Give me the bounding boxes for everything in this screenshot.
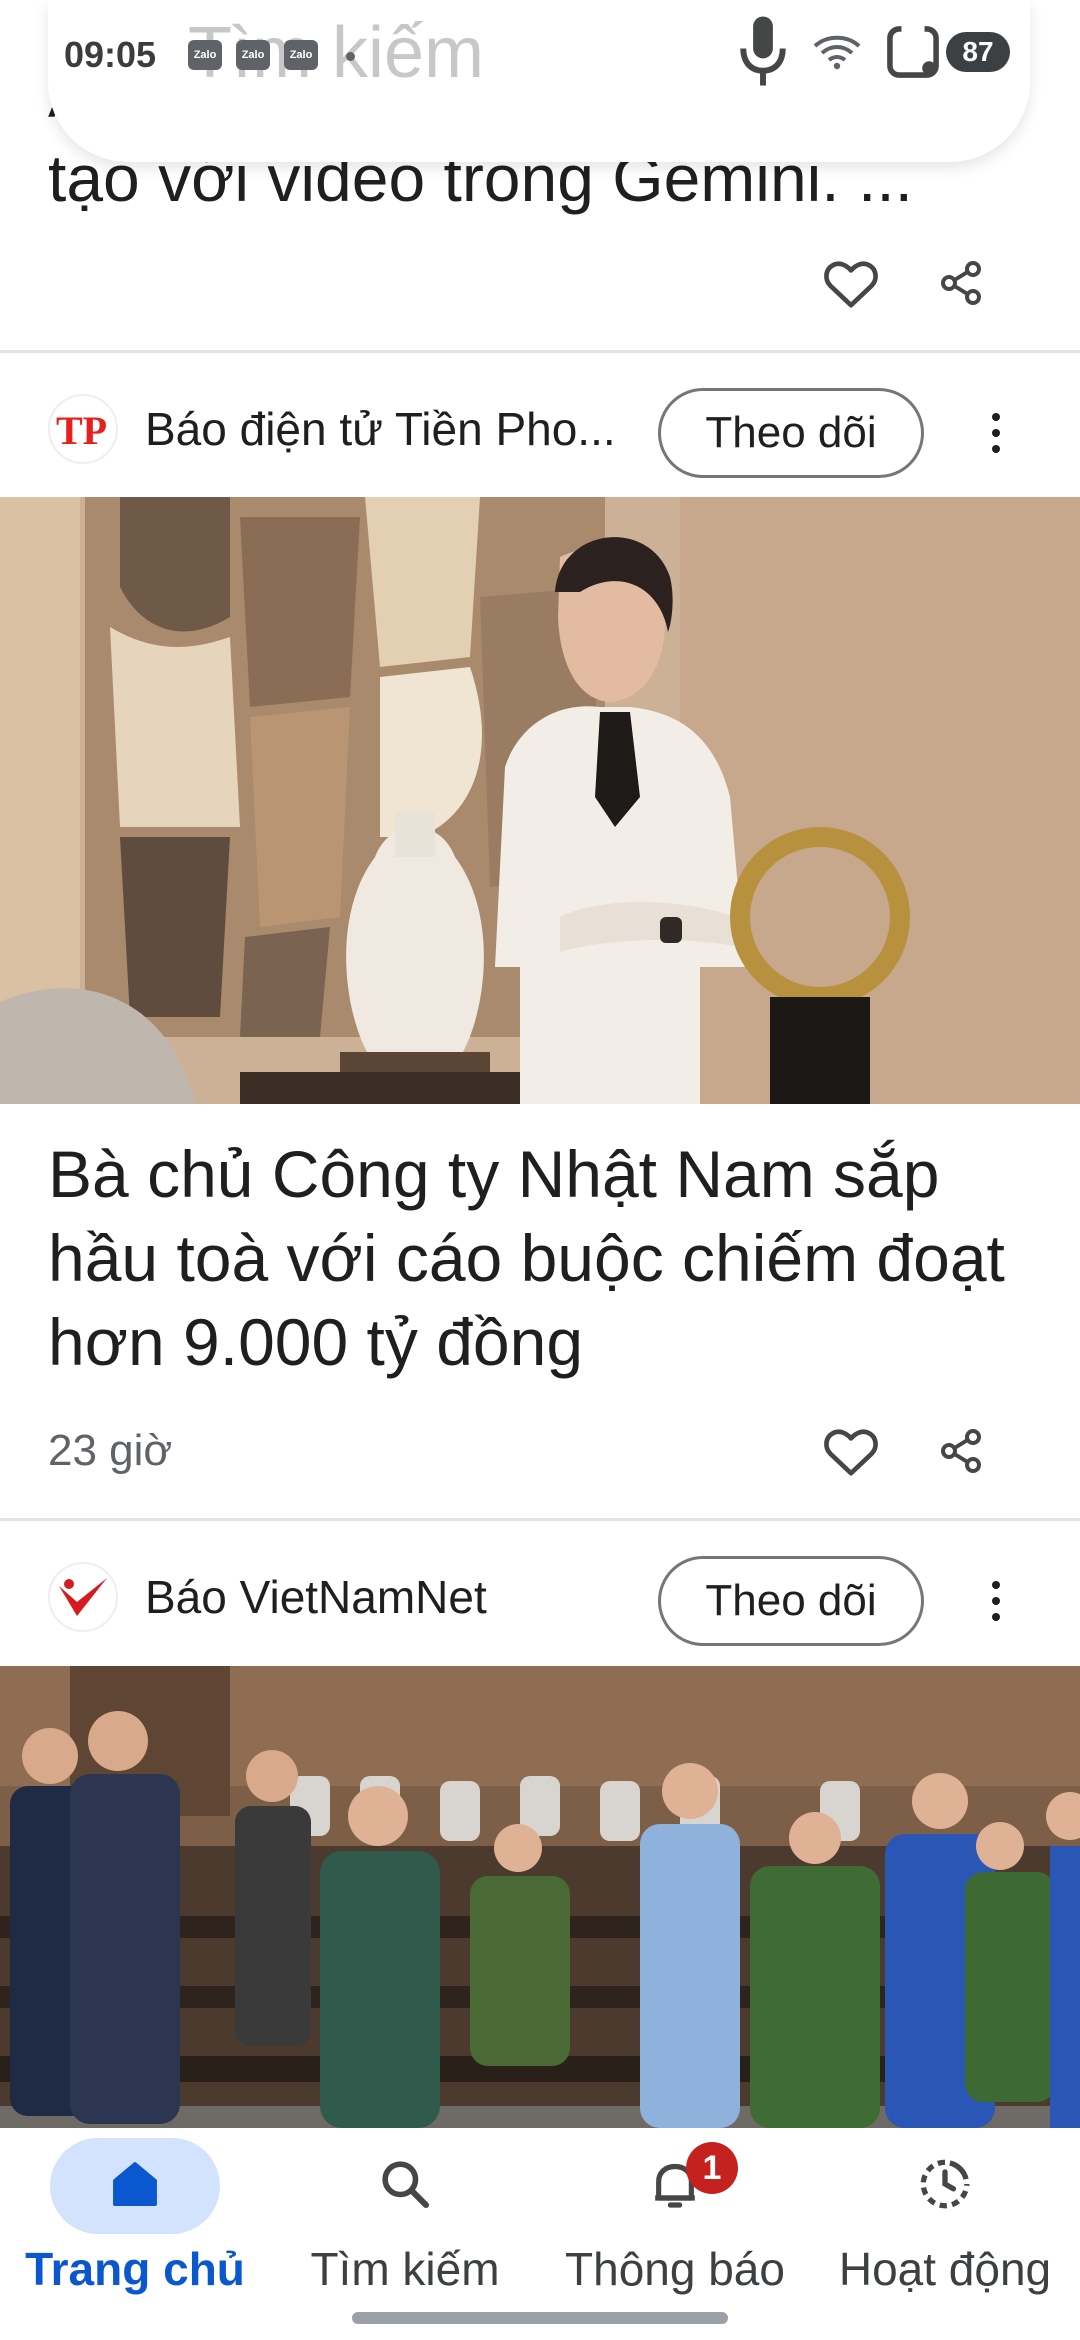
like-button[interactable]: [796, 1406, 906, 1496]
divider: [0, 1518, 1080, 1521]
more-notifications-dot: [346, 52, 355, 61]
publisher-name[interactable]: Báo VietNamNet: [145, 1570, 487, 1624]
voice-search-button[interactable]: [738, 14, 788, 93]
bottom-navigation: Trang chủ Tìm kiếm 1 Thông báo Hoạt động: [0, 2128, 1080, 2340]
courtroom-photo: [0, 1666, 1080, 2128]
share-button[interactable]: [906, 238, 1016, 328]
dot: [992, 413, 1000, 421]
dot: [992, 1613, 1000, 1621]
vietnamnet-logo-mark: [59, 1578, 107, 1616]
article-headline[interactable]: Bà chủ Công ty Nhật Nam sắp hầu toà với …: [48, 1132, 1048, 1384]
publisher-row: Báo VietNamNet Theo dõi: [0, 1524, 1080, 1664]
article-actions: [796, 1406, 1016, 1496]
tien-phong-logo[interactable]: TP: [48, 394, 118, 464]
zalo-notification-icon: Zalo: [236, 40, 270, 70]
nav-home[interactable]: Trang chủ: [0, 2128, 270, 2340]
home-icon: [105, 2154, 165, 2214]
more-options-button[interactable]: [966, 398, 1026, 468]
gesture-bar[interactable]: [352, 2312, 728, 2324]
notification-badge: 1: [686, 2142, 738, 2194]
heart-icon: [824, 261, 878, 308]
businesswoman-photo: [0, 497, 1080, 1104]
publisher-name[interactable]: Báo điện tử Tiền Pho...: [145, 402, 616, 456]
dot: [992, 429, 1000, 437]
search-placeholder[interactable]: Tìm kiếm: [188, 12, 484, 94]
like-button[interactable]: [796, 238, 906, 328]
dot: [992, 445, 1000, 453]
dot: [992, 1597, 1000, 1605]
heart-icon: [824, 1429, 878, 1476]
nav-search[interactable]: Tìm kiếm: [270, 2128, 540, 2340]
zalo-notification-icon: Zalo: [188, 40, 222, 70]
vietnamnet-logo[interactable]: [48, 1562, 118, 1632]
nav-activity-label: Hoạt động: [838, 2243, 1052, 2295]
tien-phong-logo-mark: TP: [56, 408, 107, 452]
follow-button[interactable]: Theo dõi: [658, 388, 924, 478]
article-image[interactable]: [0, 497, 1080, 1104]
article-time: 23 giờ: [48, 1426, 173, 1475]
article-actions: [796, 238, 1016, 328]
nav-notifications-label: Thông báo: [565, 2243, 785, 2295]
search-icon: [375, 2154, 435, 2214]
nav-search-label: Tìm kiếm: [310, 2243, 500, 2295]
status-time: 09:05: [64, 34, 157, 75]
divider: [0, 350, 1080, 353]
nav-home-label: Trang chủ: [25, 2243, 245, 2295]
article-image[interactable]: [0, 1666, 1080, 2128]
nav-activity[interactable]: Hoạt động: [810, 2128, 1080, 2340]
publisher-row: TP Báo điện tử Tiền Pho... Theo dõi: [0, 356, 1080, 496]
screen-record-icon: [882, 22, 944, 87]
dot: [992, 1581, 1000, 1589]
logo-text: TP: [56, 408, 107, 452]
wifi-icon: [812, 34, 862, 75]
share-button[interactable]: [906, 1406, 1016, 1496]
more-options-button[interactable]: [966, 1566, 1026, 1636]
nav-notifications[interactable]: 1 Thông báo: [540, 2128, 810, 2340]
battery-indicator: 87: [946, 32, 1010, 72]
zalo-notification-icon: Zalo: [284, 40, 318, 70]
share-icon: [941, 1429, 981, 1473]
follow-button[interactable]: Theo dõi: [658, 1556, 924, 1646]
share-icon: [941, 261, 981, 305]
activity-icon: [915, 2154, 975, 2214]
microphone-icon: [740, 16, 786, 86]
